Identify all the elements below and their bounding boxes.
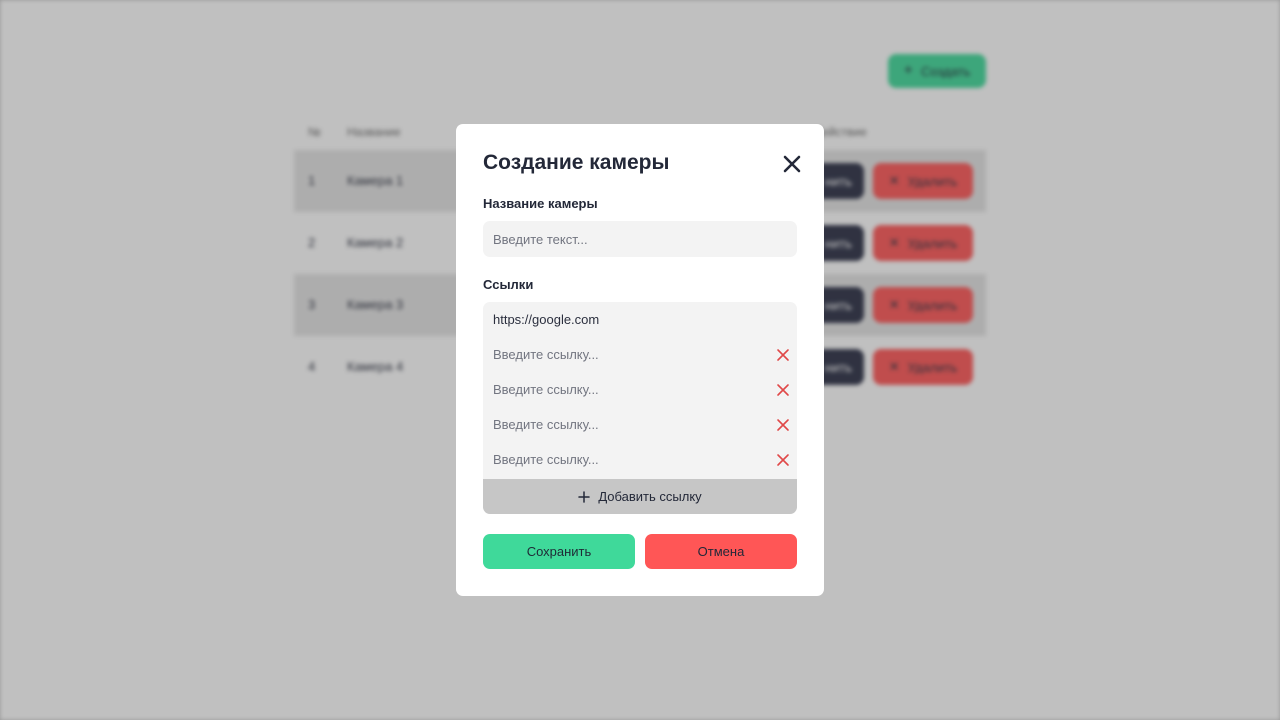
- link-input[interactable]: [483, 407, 763, 442]
- link-row: [483, 407, 797, 442]
- save-button[interactable]: Сохранить: [483, 534, 635, 569]
- add-link-label: Добавить ссылку: [598, 489, 702, 504]
- links-list: Добавить ссылку: [483, 302, 797, 514]
- link-input[interactable]: [483, 302, 763, 337]
- link-input[interactable]: [483, 337, 763, 372]
- remove-link-icon[interactable]: [775, 452, 791, 468]
- links-label: Ссылки: [483, 277, 534, 292]
- add-link-button[interactable]: Добавить ссылку: [483, 479, 797, 514]
- remove-link-icon[interactable]: [775, 417, 791, 433]
- close-modal-button[interactable]: [780, 152, 804, 176]
- remove-link-icon[interactable]: [775, 347, 791, 363]
- plus-icon: [578, 490, 591, 503]
- link-input[interactable]: [483, 372, 763, 407]
- link-row: [483, 337, 797, 372]
- modal-title: Создание камеры: [483, 151, 670, 174]
- link-row: [483, 372, 797, 407]
- create-camera-modal: Создание камеры Название камеры Ссылки: [456, 124, 824, 596]
- camera-name-input[interactable]: [483, 221, 797, 257]
- camera-name-label: Название камеры: [483, 196, 598, 211]
- remove-link-icon[interactable]: [775, 382, 791, 398]
- cancel-button[interactable]: Отмена: [645, 534, 797, 569]
- link-row: [483, 302, 797, 337]
- link-input[interactable]: [483, 442, 763, 477]
- link-row: [483, 442, 797, 477]
- close-icon: [783, 155, 801, 173]
